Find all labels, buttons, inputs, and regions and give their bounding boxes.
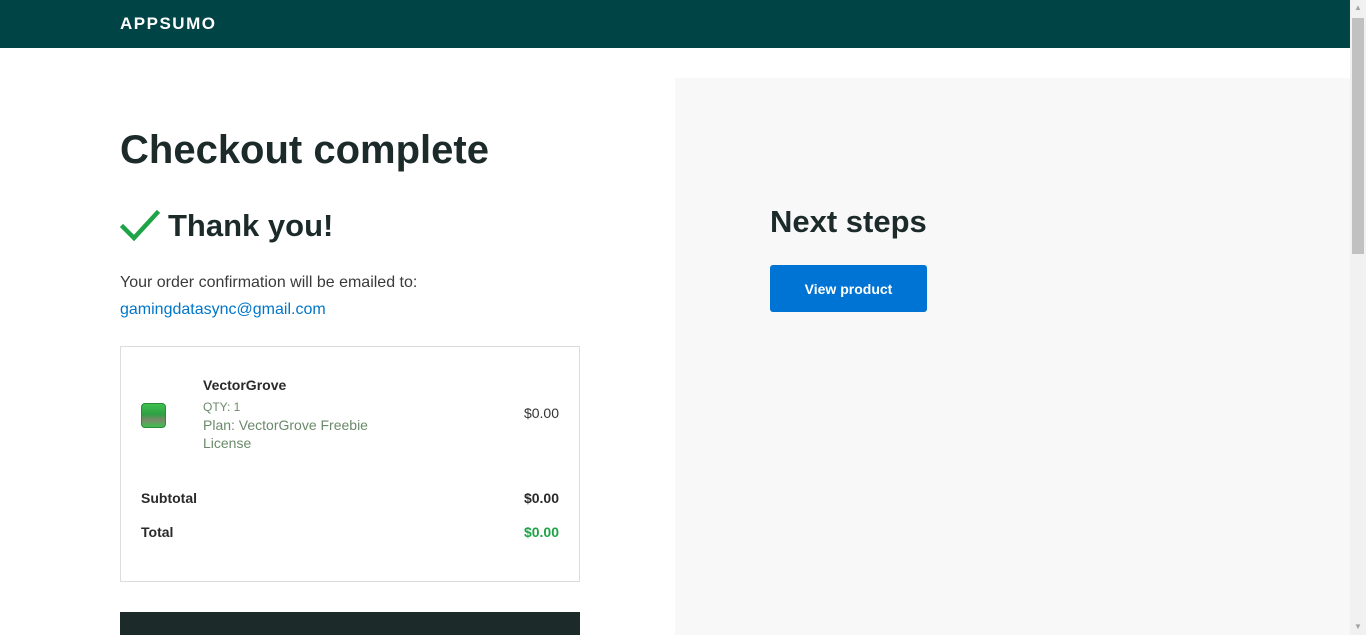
confirmation-email[interactable]: gamingdatasync@gmail.com: [120, 301, 326, 319]
subtotal-label: Subtotal: [141, 490, 197, 506]
product-thumbnail: [141, 403, 166, 428]
thank-you-heading: Thank you!: [168, 208, 334, 243]
page-title: Checkout complete: [120, 128, 489, 172]
confirmation-text: Your order confirmation will be emailed …: [120, 274, 418, 291]
product-name: VectorGrove: [203, 377, 287, 393]
check-icon: [120, 209, 160, 242]
next-steps-panel: Next steps View product: [675, 78, 1350, 635]
view-product-button[interactable]: View product: [770, 265, 927, 312]
scroll-down-arrow-icon[interactable]: ▼: [1350, 619, 1366, 635]
next-steps-title: Next steps: [770, 204, 927, 239]
subtotal-value: $0.00: [523, 490, 559, 506]
total-label: Total: [141, 524, 174, 540]
product-price: $0.00: [523, 405, 559, 421]
page-scrollbar[interactable]: ▲ ▼: [1350, 0, 1366, 635]
product-quantity: QTY: 1: [203, 400, 241, 414]
scroll-up-arrow-icon[interactable]: ▲: [1350, 0, 1366, 16]
total-value: $0.00: [523, 524, 559, 540]
scroll-thumb[interactable]: [1352, 18, 1364, 254]
top-header: APPSUMO: [0, 0, 1350, 48]
order-summary-card: VectorGrove QTY: 1 Plan: VectorGrove Fre…: [120, 346, 580, 582]
appsumo-logo[interactable]: APPSUMO: [120, 14, 216, 34]
product-plan: Plan: VectorGrove Freebie License: [203, 417, 368, 451]
footer-dark-block: [120, 612, 580, 635]
thank-you-row: Thank you!: [120, 208, 333, 244]
